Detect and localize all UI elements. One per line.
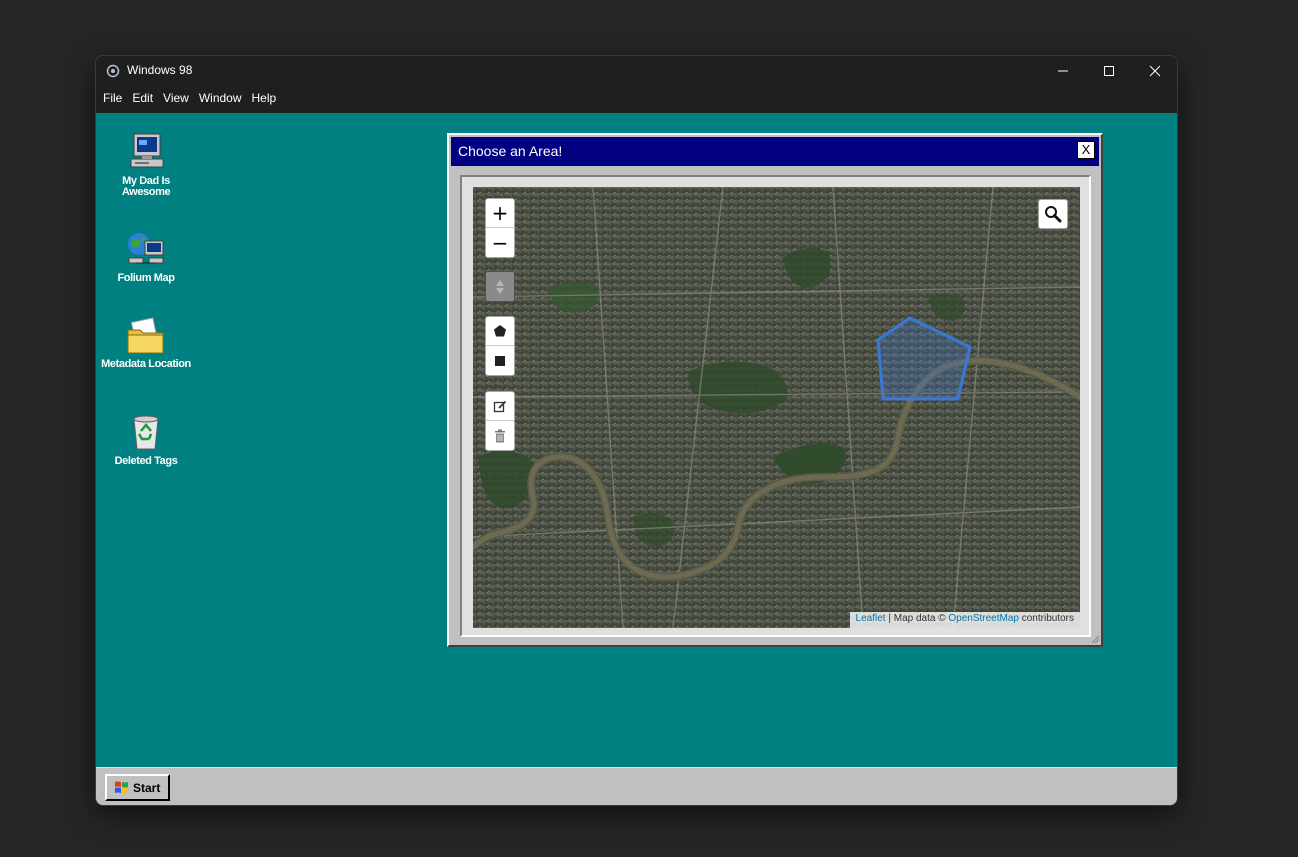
delete-icon [495,429,505,442]
resize-grip-icon[interactable] [1090,634,1100,644]
dialog-body: + − Leaflet | Map data © OpenStreetMap c… [460,175,1091,637]
edit-tools [485,391,515,451]
desktop-icon-label: My Dad Is Awesome [121,175,171,198]
recycle-bin-icon [133,415,159,450]
desktop-icon-deleted-tags[interactable]: Deleted Tags [101,411,191,467]
app-title: Windows 98 [127,63,193,77]
attribution-separator: | Map data © [885,613,949,624]
desktop-icon-my-dad-is-awesome[interactable]: My Dad Is Awesome [101,131,191,198]
host-window: Windows 98 File Edit View Window Help My… [95,55,1178,806]
folder-icon [127,317,164,354]
search-icon [1045,206,1062,223]
zoom-out-button[interactable]: − [486,228,514,257]
menu-window[interactable]: Window [194,86,247,112]
draw-shape-tools [485,316,515,376]
network-globe-icon [128,233,164,264]
taskbar: Start [96,767,1177,805]
draw-rectangle-button[interactable] [486,346,514,375]
rectangle-icon [495,355,505,366]
zoom-in-button[interactable]: + [486,199,514,228]
delete-layers-button[interactable] [486,421,514,450]
host-titlebar: Windows 98 [96,56,1177,86]
draw-polygon-button[interactable] [486,317,514,346]
polygon-icon [494,325,506,337]
openstreetmap-link[interactable]: OpenStreetMap [948,613,1019,624]
close-button[interactable] [1132,56,1177,86]
menu-help[interactable]: Help [247,86,282,112]
dialog-close-button[interactable]: X [1077,141,1095,159]
desktop-icon-label: Folium Map [117,272,175,284]
maximize-icon [1104,66,1114,76]
edit-icon [493,400,507,413]
desktop-icon-folium-map[interactable]: Folium Map [101,228,191,284]
map-view[interactable]: + − Leaflet | Map data © OpenStreetMap c… [473,187,1080,628]
map-attribution: Leaflet | Map data © OpenStreetMap contr… [849,612,1080,628]
app-icon [106,64,120,78]
computer-icon [130,133,164,168]
leaflet-link[interactable]: Leaflet [856,613,886,624]
menu-view[interactable]: View [158,86,194,112]
windows-logo-icon [115,781,128,793]
start-button[interactable]: Start [105,774,170,801]
polyline-tool-group [485,271,515,302]
menu-edit[interactable]: Edit [127,86,158,112]
desktop-icon-label: Deleted Tags [114,455,178,467]
desktop-icon-metadata-location[interactable]: Metadata Location [101,316,191,370]
menu-file[interactable]: File [98,86,127,112]
zoom-control: + − [485,198,515,258]
close-icon [1149,65,1161,77]
choose-area-dialog: Choose an Area! X + − Leaflet | Map data… [447,133,1103,647]
menubar: File Edit View Window Help [96,86,281,112]
minimize-button[interactable] [1040,56,1086,86]
map-search-button[interactable] [1038,199,1068,229]
attribution-suffix: contributors [1018,613,1074,624]
maximize-button[interactable] [1086,56,1132,86]
dialog-title: Choose an Area! [458,143,563,159]
edit-layers-button[interactable] [486,392,514,421]
polyline-icon [496,279,504,294]
desktop-icon-label: Metadata Location [101,358,191,370]
satellite-map [473,187,1080,628]
desktop: My Dad Is Awesome Folium Map Metadata Lo… [96,113,1177,767]
start-label: Start [133,780,161,795]
draw-polyline-button[interactable] [486,272,514,301]
minimize-icon [1058,70,1068,72]
dialog-titlebar[interactable]: Choose an Area! X [451,137,1099,166]
